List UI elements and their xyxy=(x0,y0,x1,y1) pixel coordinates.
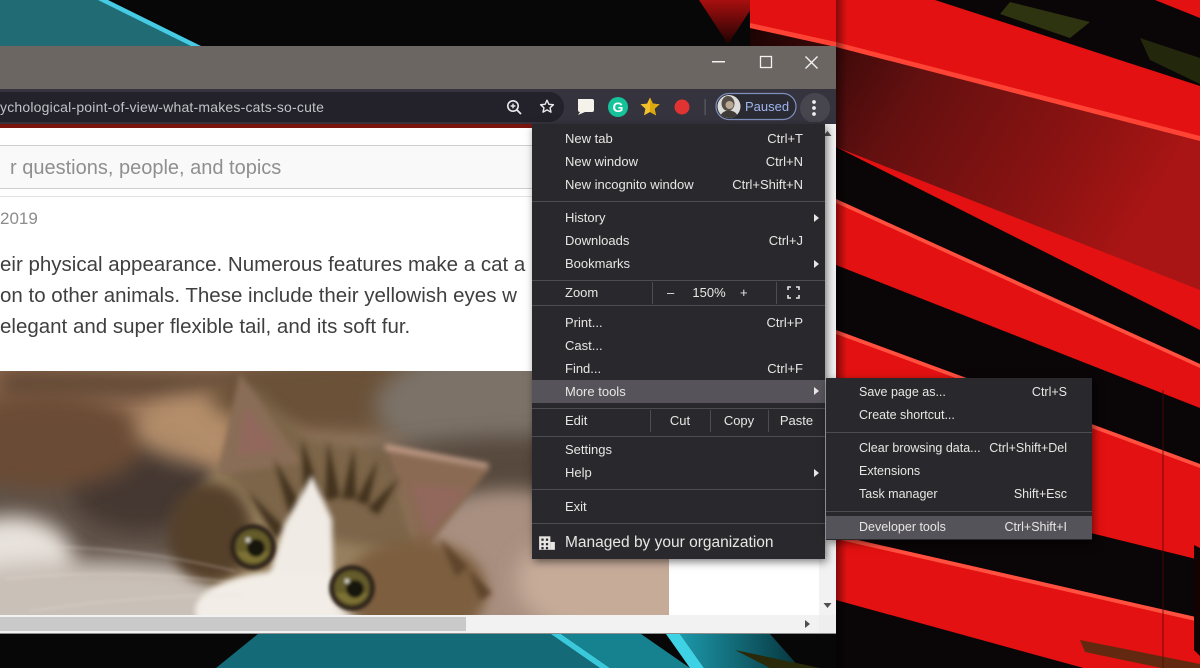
svg-text:G: G xyxy=(613,99,624,115)
svg-text:Paused: Paused xyxy=(745,99,789,114)
